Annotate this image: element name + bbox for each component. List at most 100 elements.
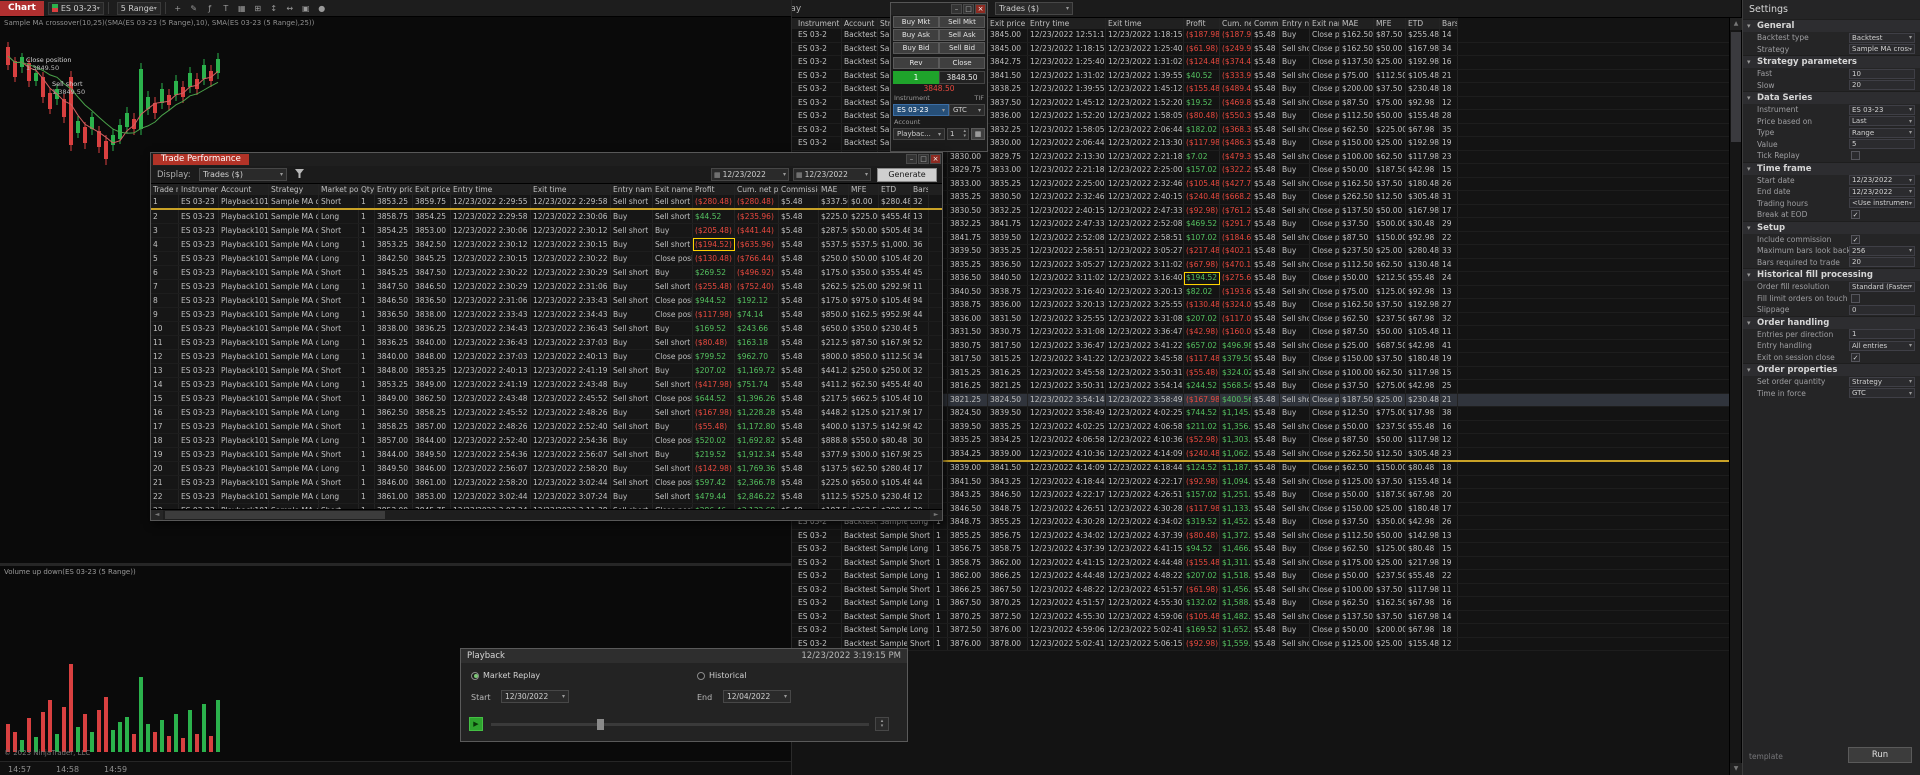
column-header[interactable]: MFE — [1374, 18, 1406, 29]
settings-item[interactable]: Bars required to trade 20 — [1743, 257, 1920, 269]
settings-item-value[interactable]: 1 — [1849, 329, 1915, 340]
trade-row[interactable]: 20 ES 03-23 Playback101 Sample MA c Long 1 384… — [151, 462, 942, 476]
minimize-button[interactable]: – — [906, 154, 917, 164]
settings-item-value[interactable]: Range ▾ — [1849, 127, 1915, 138]
settings-item[interactable]: Value 5 — [1743, 139, 1920, 151]
column-header[interactable]: MAE — [1340, 18, 1374, 29]
column-header[interactable]: Entry time — [1028, 18, 1106, 29]
column-header[interactable]: Qty — [359, 184, 375, 195]
column-header[interactable]: Market pos. — [319, 184, 359, 195]
settings-item-value[interactable]: 256 ▾ — [1849, 245, 1915, 256]
sell-bid-button[interactable]: Sell Bid — [939, 42, 985, 54]
settings-section-header[interactable]: ▾ Order handling — [1743, 315, 1920, 329]
column-header[interactable]: ETD — [1406, 18, 1440, 29]
run-button[interactable]: Run — [1848, 747, 1912, 763]
settings-item-value[interactable]: 12/23/2022 ▾ — [1849, 175, 1915, 186]
snapshot-icon[interactable]: ▣ — [299, 2, 313, 15]
settings-item[interactable]: Entry handling All entries ▾ — [1743, 340, 1920, 352]
settings-item-value[interactable]: 20 — [1849, 257, 1915, 268]
settings-item-value[interactable]: Standard (Fastest)▾ — [1849, 281, 1915, 292]
settings-item[interactable]: Strategy Sample MA crossover▾ — [1743, 44, 1920, 56]
column-header[interactable]: Instrument — [796, 18, 842, 29]
settings-item[interactable]: Backtest type Backtest ▾ — [1743, 32, 1920, 44]
settings-item[interactable]: Type Range ▾ — [1743, 127, 1920, 139]
settings-item[interactable]: Fast 10 — [1743, 68, 1920, 80]
settings-item-value[interactable]: 10 — [1849, 68, 1915, 79]
chart-style-icon[interactable]: ▦ — [235, 2, 249, 15]
close-position-button[interactable]: Close — [939, 57, 985, 69]
settings-item[interactable]: Exit on session close ✓ — [1743, 352, 1920, 364]
grid-row[interactable]: ES 03-2 Backtest Sample Long 1 3872.50 3876.00… — [760, 624, 1729, 638]
horizontal-scrollbar[interactable]: ◄ ► — [151, 509, 942, 520]
trade-row[interactable]: 14 ES 03-23 Playback101 Sample MA c Long 1 385… — [151, 378, 942, 392]
column-header[interactable]: MAE — [819, 184, 849, 195]
spin-down-icon[interactable]: ▾ — [963, 134, 966, 139]
time-axis[interactable]: 14:57 14:58 14:59 — [0, 761, 791, 775]
trade-row[interactable]: 17 ES 03-23 Playback101 Sample MA c Short 1 38… — [151, 420, 942, 434]
scroll-up-icon[interactable]: ▲ — [1730, 18, 1742, 30]
generate-button[interactable]: Generate — [877, 168, 937, 182]
settings-item[interactable]: Order fill resolution Standard (Fastest)▾ — [1743, 281, 1920, 293]
column-header[interactable]: Entry name — [611, 184, 653, 195]
settings-section-header[interactable]: ▾ Data Series — [1743, 91, 1920, 104]
settings-item[interactable]: Set order quantity Strategy ▾ — [1743, 376, 1920, 388]
reverse-button[interactable]: Rev — [893, 57, 939, 69]
speed-stepper[interactable]: ▴ ▾ — [875, 717, 889, 731]
scroll-right-icon[interactable]: ► — [930, 510, 942, 520]
date-to-picker[interactable]: ▦ 12/23/2022 ▾ — [793, 168, 871, 181]
trade-row[interactable]: 7 ES 03-23 Playback101 Sample MA c Long 1 3847… — [151, 280, 942, 294]
buy-ask-button[interactable]: Buy Ask — [893, 29, 939, 41]
trade-row[interactable]: 21 ES 03-23 Playback101 Sample MA c Short 1 38… — [151, 476, 942, 490]
crosshair-icon[interactable]: + — [171, 2, 185, 15]
column-header[interactable]: Entry na — [1280, 18, 1310, 29]
column-header[interactable]: Profit — [1184, 18, 1220, 29]
settings-item-value[interactable]: Last ▾ — [1849, 116, 1915, 127]
column-header[interactable]: Exit price — [988, 18, 1028, 29]
column-header[interactable]: Account — [842, 18, 878, 29]
settings-item-value[interactable]: 12/23/2022 ▾ — [1849, 186, 1915, 197]
settings-section-header[interactable]: ▾ Setup — [1743, 220, 1920, 234]
settings-item[interactable]: Fill limit orders on touch — [1743, 293, 1920, 305]
column-header[interactable]: Exit time — [1106, 18, 1184, 29]
trade-row[interactable]: 11 ES 03-23 Playback101 Sample MA c Long 1 383… — [151, 336, 942, 350]
maximize-button[interactable]: □ — [918, 154, 929, 164]
play-button[interactable]: ▶ — [469, 717, 483, 731]
column-header[interactable]: Exit name — [653, 184, 693, 195]
column-header[interactable]: Entry time — [451, 184, 531, 195]
settings-item-value[interactable]: ✓ — [1849, 352, 1915, 362]
interval-selector[interactable]: 5 Range ▾ — [116, 1, 161, 15]
trade-row[interactable]: 8 ES 03-23 Playback101 Sample MA c Short 1 384… — [151, 294, 942, 308]
checkbox-icon[interactable]: ✓ — [1851, 210, 1860, 220]
filter-icon[interactable] — [295, 169, 304, 179]
settings-item-value[interactable]: <Use instrument se▾ — [1849, 198, 1915, 209]
settings-item-value[interactable]: All entries ▾ — [1849, 340, 1915, 351]
template-link[interactable]: template — [1749, 752, 1783, 761]
tif-dropdown[interactable]: GTC ▾ — [949, 104, 985, 116]
trade-row[interactable]: 2 ES 03-23 Playback101 Sample MA c Long 1 3858… — [151, 210, 942, 224]
display-dropdown[interactable]: Trades ($) ▾ — [199, 168, 287, 181]
settings-item-value[interactable] — [1849, 151, 1915, 161]
column-header[interactable]: MFE — [849, 184, 879, 195]
end-date-picker[interactable]: 12/04/2022 ▾ — [723, 690, 791, 703]
checkbox-icon[interactable] — [1851, 293, 1860, 303]
column-header[interactable]: ETD — [879, 184, 911, 195]
trade-row[interactable]: 6 ES 03-23 Playback101 Sample MA c Short 1 384… — [151, 266, 942, 280]
trade-row[interactable]: 19 ES 03-23 Playback101 Sample MA c Short 1 38… — [151, 448, 942, 462]
settings-item[interactable]: Break at EOD ✓ — [1743, 209, 1920, 221]
settings-item-value[interactable]: ✓ — [1849, 210, 1915, 220]
start-date-picker[interactable]: 12/30/2022 ▾ — [501, 690, 569, 703]
settings-item[interactable]: Include commission ✓ — [1743, 234, 1920, 246]
checkbox-icon[interactable]: ✓ — [1851, 352, 1860, 362]
settings-item[interactable]: Slippage 0 — [1743, 304, 1920, 316]
minimize-button[interactable]: – — [951, 4, 962, 14]
grid-row[interactable]: ES 03-2 Backtest Sample Short 1 3858.75 3862.0… — [760, 556, 1729, 570]
settings-item[interactable]: Start date 12/23/2022 ▾ — [1743, 175, 1920, 187]
vertical-scale-icon[interactable]: ↕ — [267, 2, 281, 15]
grid-row[interactable]: ES 03-2 Backtest Sample Long 1 3867.50 3870.25… — [760, 597, 1729, 611]
settings-item[interactable]: Maximum bars look back 256 ▾ — [1743, 245, 1920, 257]
column-header[interactable]: Commis — [1252, 18, 1280, 29]
settings-item-value[interactable]: Sample MA crossover▾ — [1849, 44, 1915, 55]
playback-slider[interactable] — [491, 719, 869, 730]
trade-row[interactable]: 4 ES 03-23 Playback101 Sample MA c Long 1 3853… — [151, 238, 942, 252]
column-header[interactable]: Exit time — [531, 184, 611, 195]
